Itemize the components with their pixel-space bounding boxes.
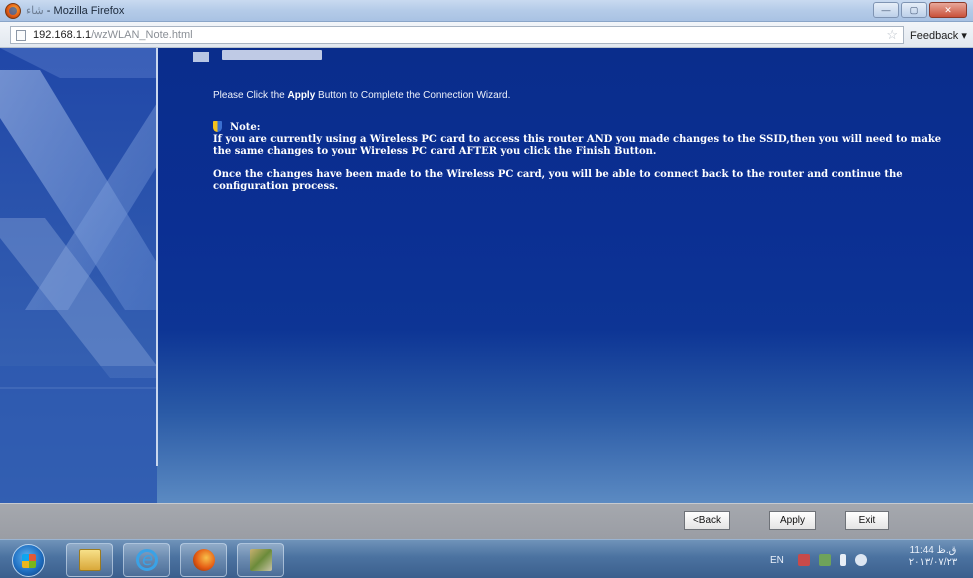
url-text[interactable]: 192.168.1.1/wzWLAN_Note.html <box>33 29 193 41</box>
page-icon <box>16 30 26 41</box>
tool-taskbar-button[interactable] <box>237 543 284 577</box>
exit-button[interactable]: Exit <box>845 511 889 530</box>
window-titlebar: ﺷﺎﺀ - Mozilla Firefox — ▢ ✕ <box>0 0 973 22</box>
apply-button[interactable]: Apply <box>769 511 816 530</box>
close-button[interactable]: ✕ <box>929 2 967 18</box>
wireless-lan-icon <box>193 52 209 62</box>
window-controls: — ▢ ✕ <box>873 2 967 18</box>
url-path: /wzWLAN_Note.html <box>91 29 193 41</box>
clock-time: 11:44 ﻕ.ﻅ <box>909 545 957 556</box>
window-title: ﺷﺎﺀ - Mozilla Firefox <box>26 4 124 17</box>
window-title-text: - Mozilla Firefox <box>43 5 125 17</box>
windows-taskbar: EN 11:44 ﻕ.ﻅ ٢٠١٣/٠٧/٢٣ <box>0 539 973 578</box>
internet-explorer-icon <box>136 549 158 571</box>
network-status-icon[interactable] <box>797 554 810 566</box>
shield-icon <box>213 121 222 132</box>
x-logo-graphic <box>0 48 157 503</box>
maximize-button[interactable]: ▢ <box>901 2 927 18</box>
url-bar[interactable]: 192.168.1.1/wzWLAN_Note.html ☆ <box>10 26 904 44</box>
system-clock[interactable]: 11:44 ﻕ.ﻅ ٢٠١٣/٠٧/٢٣ <box>903 545 963 569</box>
panel-divider <box>156 48 158 466</box>
firefox-taskbar-button[interactable] <box>180 543 227 577</box>
note-paragraph-1: If you are currently using a Wireless PC… <box>213 134 942 157</box>
navigation-toolbar: 192.168.1.1/wzWLAN_Note.html ☆ Feedback … <box>0 22 973 48</box>
internet-explorer-taskbar-button[interactable] <box>123 543 170 577</box>
wireless-status-icon[interactable] <box>818 554 831 566</box>
section-heading-cutoff <box>222 50 322 60</box>
window-title-prefix: ﺷﺎﺀ <box>26 5 44 17</box>
back-button[interactable]: <Back <box>684 511 730 530</box>
instruction-text: Please Click the Apply Button to Complet… <box>213 90 510 101</box>
wizard-button-bar: <Back Apply Exit <box>0 503 973 539</box>
start-orb-icon[interactable] <box>12 544 45 577</box>
system-tray: EN <box>770 550 876 570</box>
feedback-button[interactable]: Feedback ▾ <box>910 29 967 42</box>
minimize-button[interactable]: — <box>873 2 899 18</box>
clock-date: ٢٠١٣/٠٧/٢٣ <box>908 557 958 568</box>
firefox-icon <box>5 3 21 19</box>
folder-icon <box>79 549 101 571</box>
instruction-suffix: Button to Complete the Connection Wizard… <box>315 90 511 101</box>
firefox-taskbar-icon <box>193 549 215 571</box>
note-paragraph-2: Once the changes have been made to the W… <box>213 169 903 192</box>
decorative-side-panel <box>0 48 157 503</box>
note-heading: Note: <box>213 121 260 133</box>
windows-explorer-taskbar-button[interactable] <box>66 543 113 577</box>
volume-icon[interactable] <box>854 554 867 566</box>
language-indicator[interactable]: EN <box>770 555 784 566</box>
tool-app-icon <box>250 549 272 571</box>
router-wizard-page: Please Click the Apply Button to Complet… <box>0 48 973 503</box>
flag-icon[interactable] <box>839 554 846 566</box>
note-label: Note: <box>230 122 261 133</box>
url-host: 192.168.1.1 <box>33 29 92 41</box>
instruction-prefix: Please Click the <box>213 90 288 101</box>
instruction-bold: Apply <box>287 90 316 101</box>
bookmark-star-icon[interactable]: ☆ <box>886 27 898 43</box>
